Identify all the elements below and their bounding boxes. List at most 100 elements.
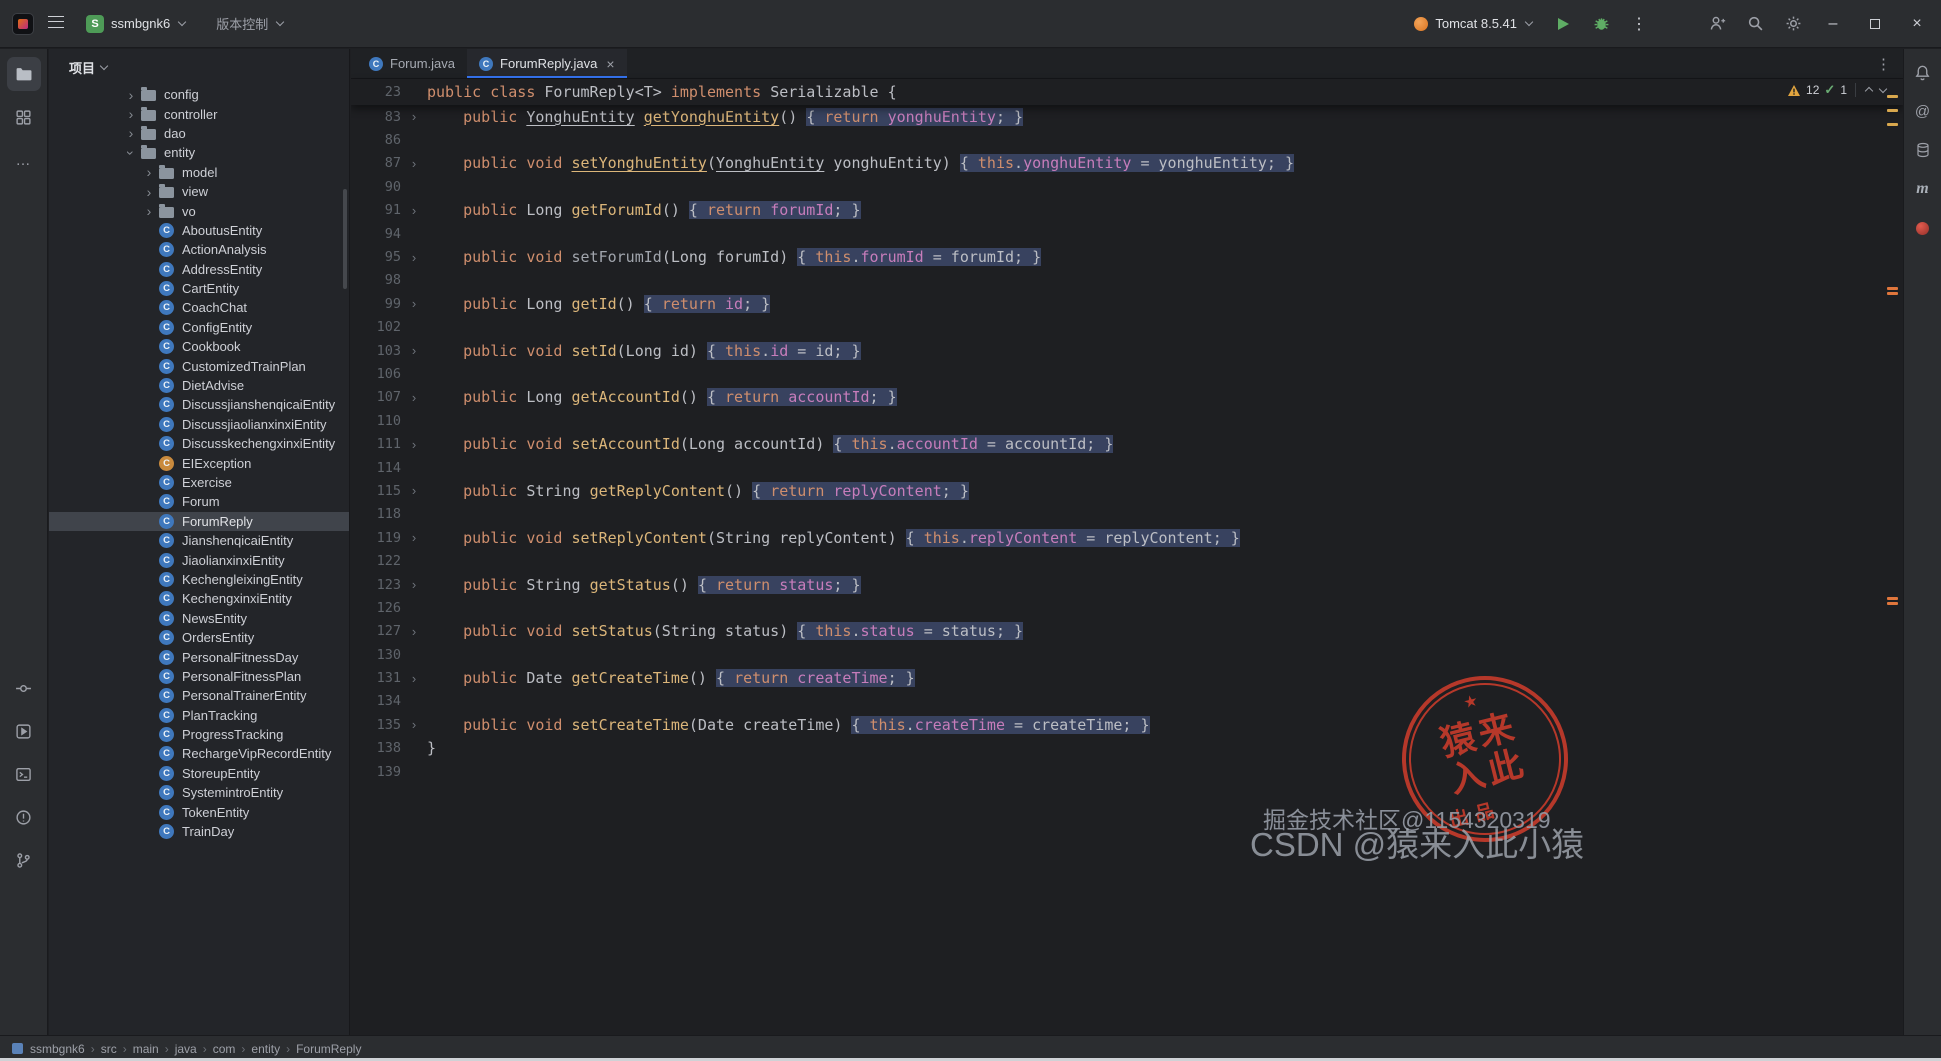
- tree-item-JiaolianxinxiEntity[interactable]: C JiaolianxinxiEntity: [49, 550, 349, 569]
- fold-icon[interactable]: ›: [401, 109, 427, 124]
- project-panel-header[interactable]: 项目: [49, 49, 349, 85]
- code-line-131[interactable]: 131 › public Date getCreateTime() { retur…: [351, 666, 1903, 689]
- code-line-99[interactable]: 99 › public Long getId() { return id; }: [351, 292, 1903, 315]
- structure-tool-icon[interactable]: [7, 100, 41, 134]
- fold-icon[interactable]: ›: [401, 390, 427, 405]
- fold-icon[interactable]: ›: [401, 483, 427, 498]
- fold-icon[interactable]: ›: [401, 577, 427, 592]
- tree-item-view[interactable]: › view: [49, 182, 349, 201]
- stripe-warning-mark[interactable]: [1887, 95, 1898, 98]
- debug-button[interactable]: [1585, 8, 1617, 40]
- code-line-119[interactable]: 119 › public void setReplyContent(String …: [351, 526, 1903, 549]
- tab-options-icon[interactable]: ⋮: [1876, 55, 1891, 73]
- run-button[interactable]: [1547, 8, 1579, 40]
- code-line-90[interactable]: 90: [351, 175, 1903, 198]
- tree-item-Cookbook[interactable]: C Cookbook: [49, 337, 349, 356]
- tree-item-RechargeVipRecordEntity[interactable]: C RechargeVipRecordEntity: [49, 744, 349, 763]
- tree-item-CustomizedTrainPlan[interactable]: C CustomizedTrainPlan: [49, 356, 349, 375]
- user-icon[interactable]: [1701, 8, 1733, 40]
- stripe-duplicate-mark[interactable]: [1887, 287, 1898, 290]
- more-actions-icon[interactable]: ⋮: [1623, 8, 1655, 40]
- scrollbar-thumb[interactable]: [343, 189, 347, 289]
- code-line-94[interactable]: 94: [351, 222, 1903, 245]
- fold-icon[interactable]: ›: [401, 343, 427, 358]
- tree-item-PersonalTrainerEntity[interactable]: C PersonalTrainerEntity: [49, 686, 349, 705]
- chevron-right-icon[interactable]: ›: [141, 165, 157, 179]
- tree-item-SystemintroEntity[interactable]: C SystemintroEntity: [49, 783, 349, 802]
- terminal-tool-icon[interactable]: [7, 757, 41, 791]
- notifications-tool-icon[interactable]: [1908, 57, 1938, 87]
- fold-icon[interactable]: ›: [401, 530, 427, 545]
- breadcrumb-item-ForumReply[interactable]: ForumReply: [296, 1042, 361, 1056]
- tree-item-JianshenqicaiEntity[interactable]: C JianshenqicaiEntity: [49, 531, 349, 550]
- tree-item-DiscussjiaolianxinxiEntity[interactable]: C DiscussjiaolianxinxiEntity: [49, 415, 349, 434]
- code-line-102[interactable]: 102: [351, 316, 1903, 339]
- run-config-selector[interactable]: Tomcat 8.5.41: [1406, 9, 1541, 39]
- breadcrumb-item-entity[interactable]: entity: [251, 1042, 280, 1056]
- code-line-126[interactable]: 126: [351, 596, 1903, 619]
- code-line-107[interactable]: 107 › public Long getAccountId() { return…: [351, 386, 1903, 409]
- code-line-95[interactable]: 95 › public void setForumId(Long forumId)…: [351, 245, 1903, 268]
- close-button[interactable]: ×: [1899, 7, 1935, 41]
- tree-item-controller[interactable]: › controller: [49, 104, 349, 123]
- problems-tool-icon[interactable]: [7, 800, 41, 834]
- tab-forum-java[interactable]: C Forum.java: [357, 49, 467, 78]
- code-line-118[interactable]: 118: [351, 503, 1903, 526]
- code-line-83[interactable]: 83 › public YonghuEntity getYonghuEntity(…: [351, 105, 1903, 128]
- tree-item-OrdersEntity[interactable]: C OrdersEntity: [49, 628, 349, 647]
- git-tool-icon[interactable]: [7, 843, 41, 877]
- code-area[interactable]: 83 › public YonghuEntity getYonghuEntity(…: [351, 105, 1903, 1035]
- maximize-button[interactable]: [1857, 7, 1893, 41]
- tree-item-DiscussjianshenqicaiEntity[interactable]: C DiscussjianshenqicaiEntity: [49, 395, 349, 414]
- code-line-138[interactable]: 138}: [351, 737, 1903, 760]
- tree-item-NewsEntity[interactable]: C NewsEntity: [49, 609, 349, 628]
- code-line-111[interactable]: 111 › public void setAccountId(Long accou…: [351, 432, 1903, 455]
- minimize-button[interactable]: –: [1815, 7, 1851, 41]
- code-line-110[interactable]: 110: [351, 409, 1903, 432]
- red-plugin-tool-icon[interactable]: [1908, 213, 1938, 243]
- chevron-down-icon[interactable]: ›: [123, 145, 139, 161]
- code-line-130[interactable]: 130: [351, 643, 1903, 666]
- tree-item-DietAdvise[interactable]: C DietAdvise: [49, 376, 349, 395]
- search-icon[interactable]: [1739, 8, 1771, 40]
- code-line-23[interactable]: 23 public class ForumReply<T> implements …: [351, 79, 897, 105]
- close-tab-icon[interactable]: ×: [606, 56, 614, 72]
- fold-icon[interactable]: ›: [401, 624, 427, 639]
- tree-item-ForumReply[interactable]: C ForumReply: [49, 511, 349, 531]
- tree-item-KechengleixingEntity[interactable]: C KechengleixingEntity: [49, 570, 349, 589]
- breadcrumb-item-ssmbgnk6[interactable]: ssmbgnk6: [30, 1042, 85, 1056]
- chevron-right-icon[interactable]: ›: [123, 126, 139, 140]
- tree-item-TokenEntity[interactable]: C TokenEntity: [49, 802, 349, 821]
- code-line-122[interactable]: 122: [351, 549, 1903, 572]
- code-line-87[interactable]: 87 › public void setYonghuEntity(YonghuEn…: [351, 152, 1903, 175]
- stripe-duplicate-mark[interactable]: [1887, 597, 1898, 600]
- breadcrumb-item-main[interactable]: main: [133, 1042, 159, 1056]
- more-tools-icon[interactable]: …: [7, 143, 41, 177]
- fold-icon[interactable]: ›: [401, 717, 427, 732]
- vcs-selector[interactable]: 版本控制: [208, 9, 292, 39]
- tree-item-TrainDay[interactable]: C TrainDay: [49, 822, 349, 841]
- code-line-134[interactable]: 134: [351, 690, 1903, 713]
- tree-item-StoreupEntity[interactable]: C StoreupEntity: [49, 764, 349, 783]
- inspections-widget[interactable]: 12 ✓ 1: [1787, 82, 1888, 98]
- tree-item-AddressEntity[interactable]: C AddressEntity: [49, 260, 349, 279]
- tree-item-vo[interactable]: › vo: [49, 201, 349, 220]
- fold-icon[interactable]: ›: [401, 250, 427, 265]
- tree-item-entity[interactable]: › entity: [49, 143, 349, 162]
- tree-item-CartEntity[interactable]: C CartEntity: [49, 279, 349, 298]
- mentions-tool-icon[interactable]: @: [1908, 96, 1938, 126]
- tree-item-ProgressTracking[interactable]: C ProgressTracking: [49, 725, 349, 744]
- code-line-91[interactable]: 91 › public Long getForumId() { return fo…: [351, 199, 1903, 222]
- code-line-114[interactable]: 114: [351, 456, 1903, 479]
- commit-tool-icon[interactable]: [7, 671, 41, 705]
- tree-item-CoachChat[interactable]: C CoachChat: [49, 298, 349, 317]
- code-line-123[interactable]: 123 › public String getStatus() { return …: [351, 573, 1903, 596]
- tree-item-config[interactable]: › config: [49, 85, 349, 104]
- chevron-right-icon[interactable]: ›: [123, 88, 139, 102]
- chevron-right-icon[interactable]: ›: [123, 107, 139, 121]
- tree-item-ActionAnalysis[interactable]: C ActionAnalysis: [49, 240, 349, 259]
- tree-item-dao[interactable]: › dao: [49, 124, 349, 143]
- fold-icon[interactable]: ›: [401, 156, 427, 171]
- code-line-98[interactable]: 98: [351, 269, 1903, 292]
- prev-problem-icon[interactable]: [1864, 86, 1874, 96]
